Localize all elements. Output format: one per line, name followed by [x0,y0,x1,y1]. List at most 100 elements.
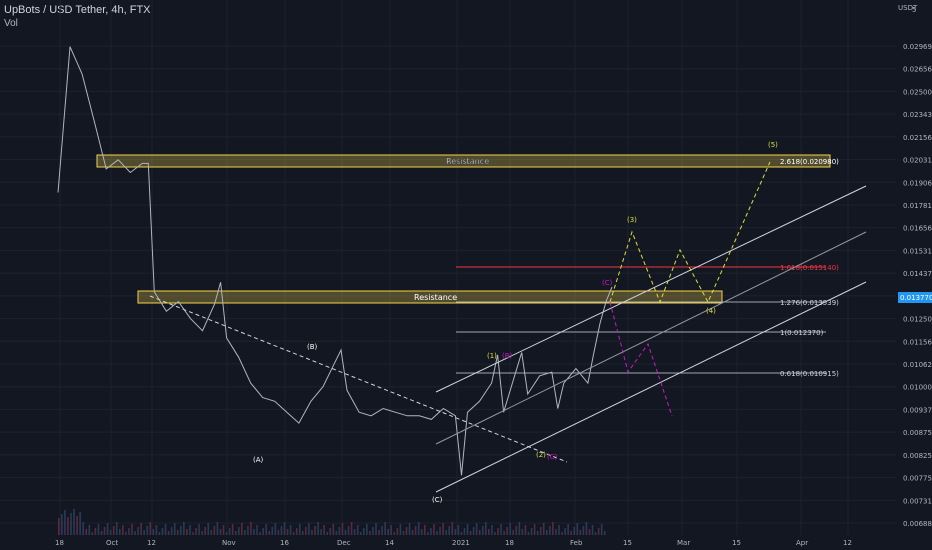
volume-bar [597,528,600,535]
volume-bar [524,525,527,535]
volume-bar [213,526,216,535]
volume-bar [274,523,277,535]
volume-bar [546,530,548,535]
volume-bar [494,532,496,535]
volume-bar [85,529,88,535]
volume-bar [283,522,286,535]
volume-bar [73,509,75,535]
volume-bar [58,518,60,535]
y-tick-label: 0.019065 [903,179,932,187]
wave-label-3: (3) [627,216,637,224]
time-axis[interactable]: 18 Oct 12 Nov 16 Dec 14 2021 18 Feb 15 Mar 15 Apr 12 [55,539,852,547]
volume-bar [536,531,539,535]
volume-bar [292,532,295,535]
volume-bar [222,525,225,535]
volume-bar [454,529,457,535]
volume-bar [472,527,475,535]
volume-bar [335,531,338,535]
y-tick-label: 0.012500 [903,316,932,324]
fib-label-1276: 1.276(0.013539) [780,299,839,307]
y-tick-label: 0.010000 [903,384,932,392]
wave-label-2: (2) [536,451,546,459]
x-tick-label: 12 [843,539,852,547]
volume-bar [295,528,298,535]
x-tick-label: Oct [106,539,118,547]
price-chart[interactable]: Resistance Resistance 1.618(0.015140) 1.… [0,0,932,550]
volume-bar [497,528,499,535]
volume-bar [76,516,78,535]
volume-bar [549,526,551,535]
volume-bar [305,527,307,535]
volume-bar [176,530,179,535]
fib-label-1: 1(0.012370) [780,329,824,337]
wave-label-magenta-C-top: (C) [602,279,613,287]
volume-bar [359,532,362,535]
wave-label-4: (4) [706,307,716,315]
volume-bar [140,523,142,535]
chart-root: UpBots / USD Tether, 4h, FTX Vol Resista… [0,0,932,550]
x-tick-label: 18 [505,539,514,547]
wave-label-magenta-C: (C) [547,453,558,461]
volume-bar [244,530,246,535]
volume-bar [125,532,127,535]
y-tick-label: 0.007310 [903,497,932,505]
volume-bar [451,522,454,535]
volume-bar [198,524,200,535]
volume-bar [500,524,502,535]
volume-bar [469,531,472,535]
fib-label-0618: 0.618(0.010915) [780,370,839,378]
y-tick-label: 0.009375 [903,406,932,414]
volume-bar [564,528,566,535]
x-tick-label: Dec [337,539,351,547]
volume-bar [237,527,240,535]
wave-label-5: (5) [768,141,778,149]
volume-bar [103,527,106,535]
x-tick-label: 12 [147,539,156,547]
volume-bar [390,525,393,535]
x-tick-label: Nov [222,539,236,547]
volume-bar [143,530,145,535]
volume-bar [259,532,261,535]
volume-bar [100,531,103,535]
volume-bar [88,525,91,535]
volume-bar [180,526,182,535]
volume-bar [332,524,335,535]
volume-bar [588,529,591,535]
volume-bar [94,528,97,535]
volume-bar [250,522,252,535]
volume-bar [478,530,481,535]
volume-bar [463,528,466,535]
volume-bar [509,523,511,535]
volume-bar [320,529,322,535]
volume-bar [466,524,469,535]
volume-bar [262,528,264,535]
wave-label-1: (1) [487,352,497,360]
volume-bar [158,532,161,535]
volume-bar [481,526,484,535]
volume-bar [384,522,386,535]
volume-bar [594,532,597,535]
y-tick-label: 0.026560 [903,66,932,74]
volume-bar [555,529,557,535]
volume-bar [518,522,521,535]
y-tick-label: 0.014375 [903,270,932,278]
volume-bar [591,525,594,535]
wave-label-C: (C) [432,496,443,504]
volume-bar [567,524,569,535]
volume-bar [503,531,505,535]
volume-bars [58,509,606,535]
volume-bar [356,525,359,535]
x-tick-label: Apr [796,539,808,547]
volume-bar [112,526,115,535]
volume-bar [378,530,380,535]
volume-bar [161,528,164,535]
volume-bar [512,530,515,535]
resistance-label-lower: Resistance [414,293,457,302]
volume-bar [289,525,292,535]
volume-bar [405,527,408,535]
volume-bar [268,531,271,535]
volume-bar [387,529,389,535]
volume-bar [241,523,243,535]
volume-bar [247,526,249,535]
volume-bar [460,532,463,535]
